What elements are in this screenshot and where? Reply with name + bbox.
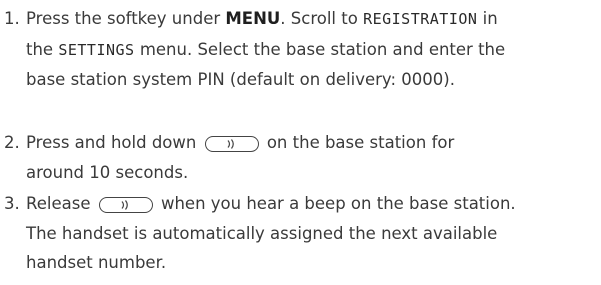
- step-text: Press the softkey under: [26, 9, 226, 28]
- display-text-registration: REGISTRATION: [363, 10, 478, 28]
- step-text: around 10 seconds.: [26, 162, 189, 182]
- step-2: 2. Press and hold down on the base stati…: [0, 128, 601, 187]
- step-text: the: [26, 39, 59, 59]
- step-text: handset number.: [26, 253, 167, 272]
- step-text: menu. Select the base station and enter …: [134, 39, 506, 59]
- step-text: Press and hold down: [26, 133, 202, 152]
- step-text: in: [477, 9, 498, 28]
- step-text: . Scroll to: [280, 9, 364, 28]
- display-text-settings: SETTINGS: [58, 40, 135, 59]
- step-number: 1.: [4, 9, 20, 28]
- step-text: base station system PIN (default on deli…: [26, 70, 455, 89]
- paging-button-icon: [204, 136, 259, 152]
- step-text: when you hear a beep on the base station…: [155, 194, 516, 213]
- step-number: 3.: [4, 194, 20, 213]
- step-text: on the base station for: [261, 133, 455, 152]
- instruction-page: 1. Press the softkey under MENU. Scroll …: [0, 0, 601, 285]
- step-number: 2.: [4, 133, 20, 152]
- step-1: 1. Press the softkey under MENU. Scroll …: [0, 4, 601, 95]
- step-text: Release: [26, 194, 96, 213]
- step-text: The handset is automatically assigned th…: [26, 223, 498, 243]
- paging-button-icon: [98, 197, 153, 213]
- step-3: 3. Release when you hear a beep on the b…: [0, 189, 601, 278]
- menu-softkey-label: MENU: [225, 9, 281, 28]
